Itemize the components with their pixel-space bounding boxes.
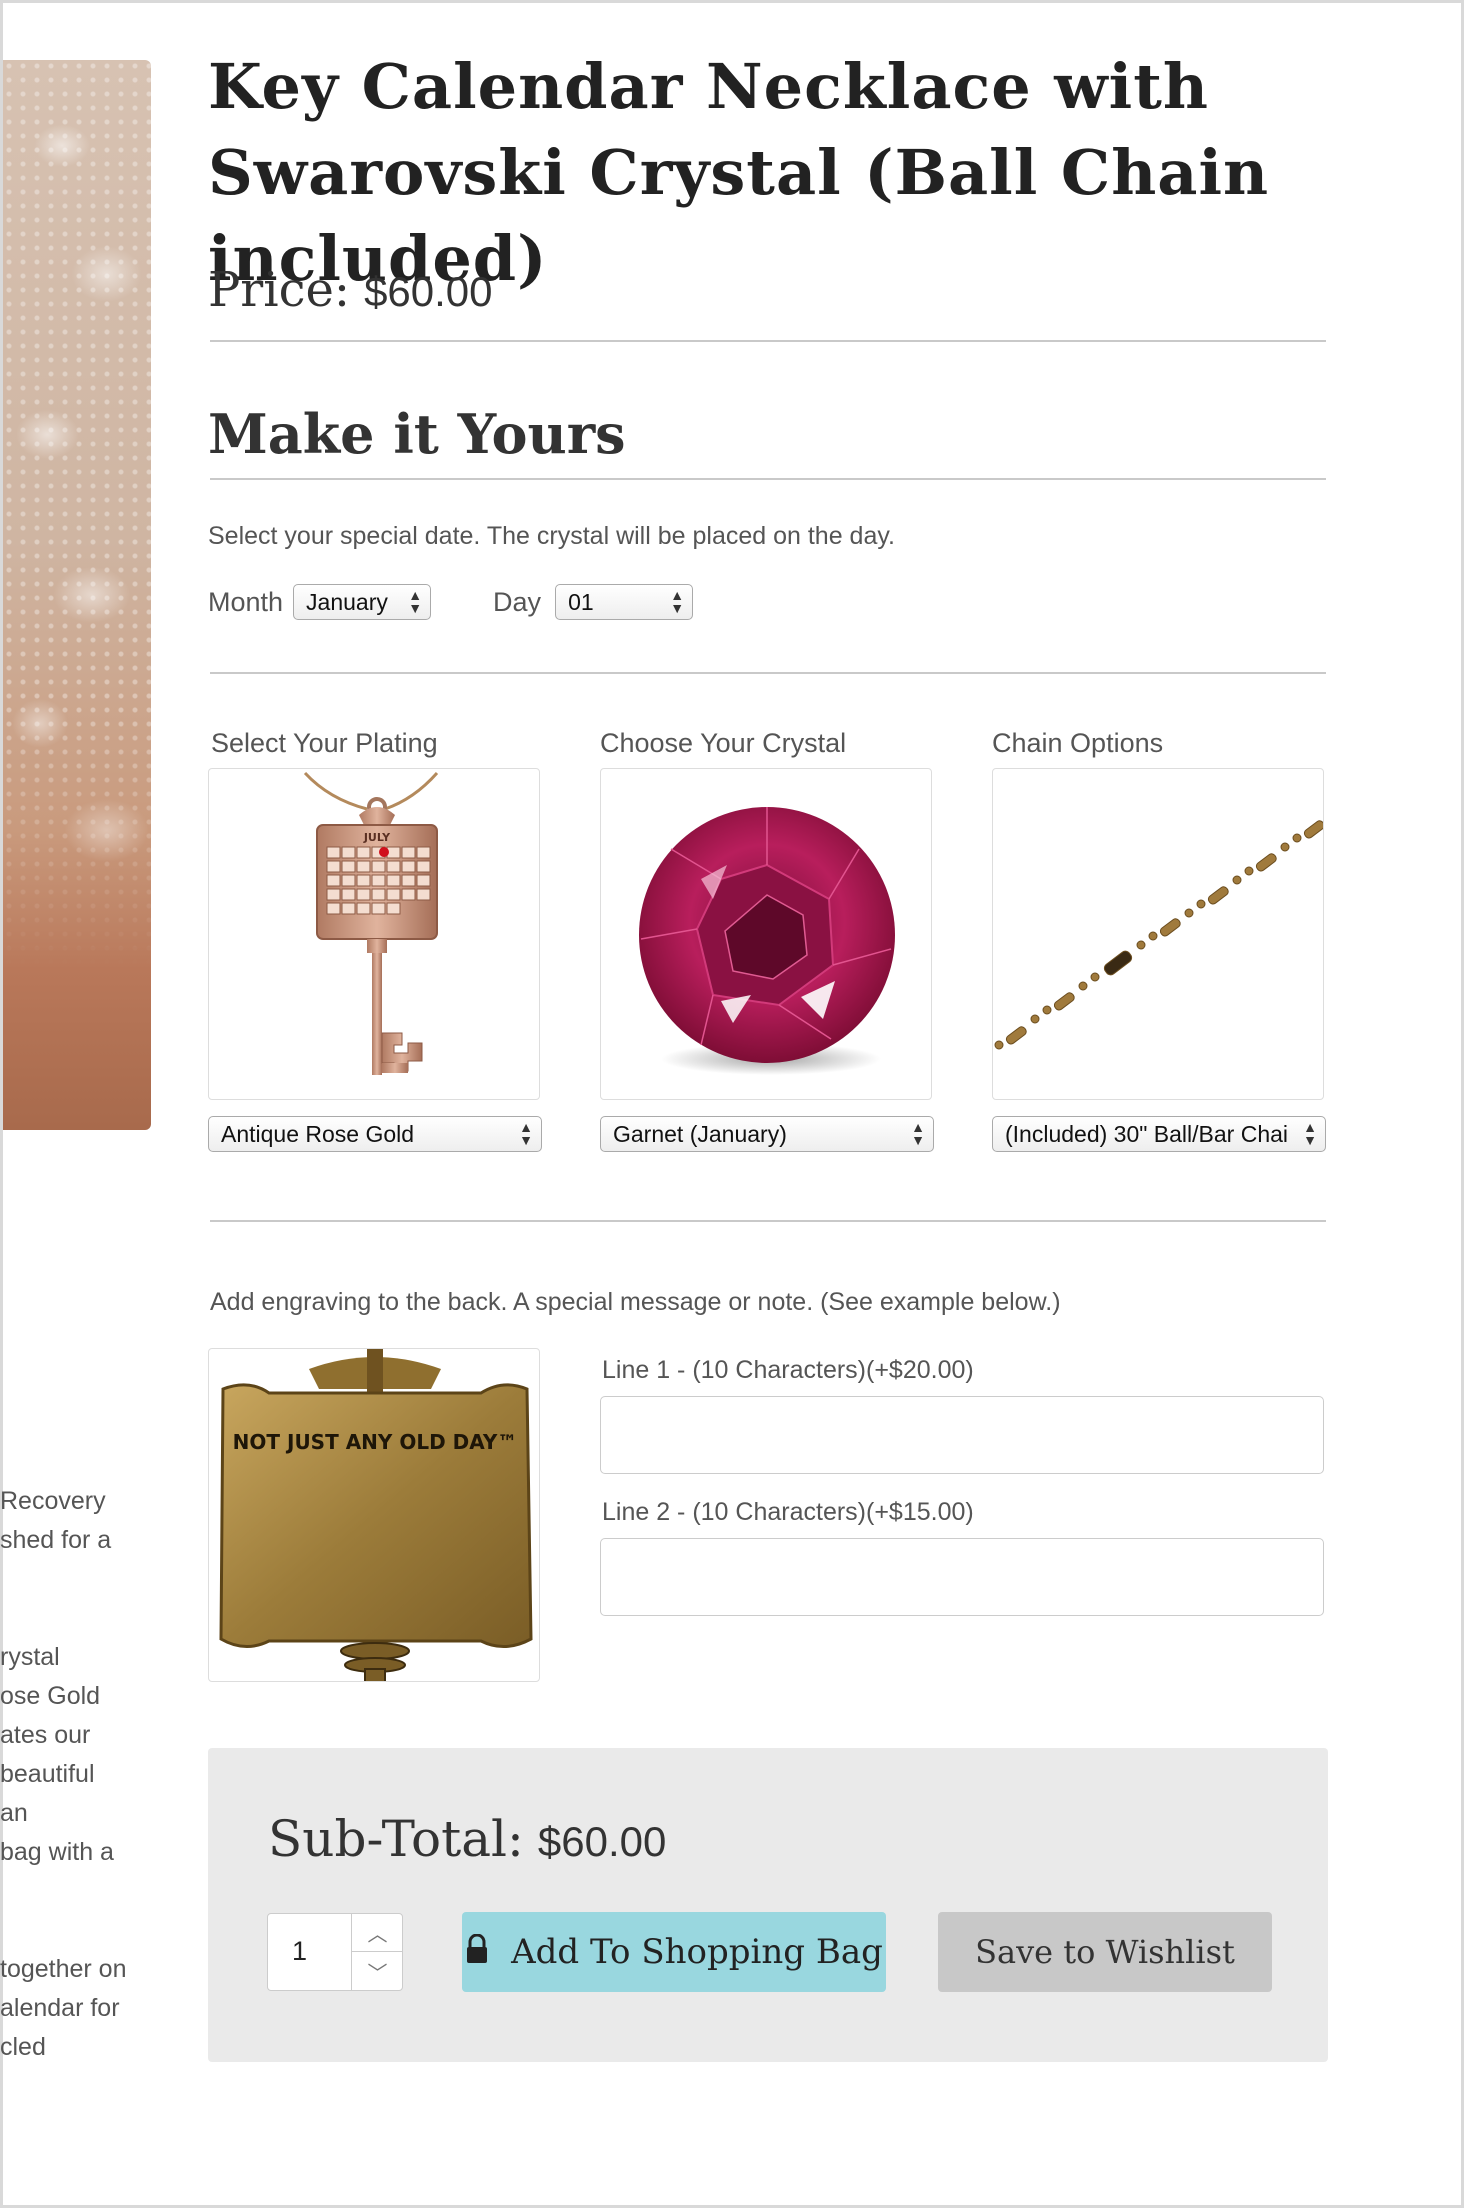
engraving-line1-input[interactable]	[600, 1396, 1324, 1474]
chevron-up-icon[interactable]: ︿	[352, 1914, 403, 1952]
price-row: Price: $60.00	[208, 262, 493, 318]
divider	[210, 672, 1326, 674]
side-description-line: rystal	[0, 1643, 60, 1671]
subtotal-label: Sub-Total:	[268, 1810, 524, 1868]
side-description-line: together on	[0, 1955, 127, 1983]
month-select-value: January	[306, 589, 388, 615]
save-wishlist-label: Save to Wishlist	[975, 1933, 1235, 1971]
price-label: Price:	[208, 262, 351, 318]
plating-select[interactable]: Antique Rose Gold ▲ ▼	[208, 1116, 542, 1152]
side-description-line: bag with a	[0, 1838, 114, 1866]
engraving-instruction: Add engraving to the back. A special mes…	[210, 1288, 1061, 1316]
key-pendant-icon: JULY	[303, 771, 439, 1075]
day-select[interactable]: 01 ▲ ▼	[555, 584, 694, 620]
divider	[210, 478, 1326, 480]
plating-image[interactable]: JULY	[208, 768, 540, 1100]
side-description-line	[0, 1872, 150, 1911]
chevron-down-icon[interactable]: ﹀	[352, 1952, 403, 1990]
side-description-line: cled	[0, 2033, 46, 2061]
side-description-line: beautiful	[0, 1760, 95, 1788]
select-arrows-icon: ▲ ▼	[519, 1119, 533, 1148]
select-arrows-icon: ▲ ▼	[408, 587, 423, 616]
date-instruction: Select your special date. The crystal wi…	[208, 522, 895, 550]
add-to-bag-button[interactable]: Add To Shopping Bag	[462, 1912, 886, 1992]
divider	[210, 340, 1326, 342]
side-description-line: ates our	[0, 1721, 91, 1749]
crystal-select-value: Garnet (January)	[613, 1121, 787, 1147]
add-to-bag-label: Add To Shopping Bag	[511, 1932, 883, 1972]
side-description-line: alendar for	[0, 1994, 120, 2022]
select-arrows-icon: ▲ ▼	[670, 587, 685, 616]
lock-icon	[465, 1933, 489, 1971]
quantity-value[interactable]: 1	[292, 1936, 307, 1967]
subtotal-value: $60.00	[537, 1818, 667, 1865]
quantity-stepper[interactable]: 1 ︿ ﹀	[267, 1913, 403, 1991]
crystal-label: Choose Your Crystal	[600, 728, 847, 758]
chain-label: Chain Options	[992, 728, 1164, 758]
engraving-example-text: NOT JUST ANY OLD DAY™	[233, 1430, 518, 1454]
side-description-line: an	[0, 1799, 28, 1827]
side-description-line: Recovery	[0, 1487, 106, 1515]
divider	[210, 1220, 1326, 1222]
plating-label: Select Your Plating	[211, 728, 438, 758]
ball-chain-icon	[994, 820, 1323, 1050]
day-select-value: 01	[568, 589, 594, 615]
side-description-line	[0, 1599, 150, 1638]
save-wishlist-button[interactable]: Save to Wishlist	[938, 1912, 1272, 1992]
quantity-step-controls: ︿ ﹀	[351, 1914, 403, 1990]
date-picker-row: Month January ▲ ▼ Day 01 ▲ ▼	[208, 582, 694, 622]
side-description-line	[0, 1560, 150, 1599]
crystal-select[interactable]: Garnet (January) ▲ ▼	[600, 1116, 934, 1152]
engraved-key-back-icon: NOT JUST ANY OLD DAY™	[219, 1349, 533, 1681]
month-label: Month	[208, 586, 284, 617]
chain-image[interactable]	[992, 768, 1324, 1100]
product-lifestyle-photo[interactable]	[3, 60, 151, 1130]
engraving-example-image[interactable]: NOT JUST ANY OLD DAY™	[208, 1348, 540, 1682]
garnet-gem-icon	[639, 807, 895, 1075]
day-label: Day	[493, 586, 542, 617]
engraving-line2-label: Line 2 - (10 Characters)(+$15.00)	[602, 1498, 974, 1526]
month-select[interactable]: January ▲ ▼	[293, 584, 432, 620]
chain-select-value: (Included) 30" Ball/Bar Chai	[1005, 1121, 1289, 1147]
pendant-month-text: JULY	[363, 831, 391, 844]
subtotal-row: Sub-Total: $60.00	[268, 1810, 666, 1868]
section-title: Make it Yours	[208, 402, 626, 466]
subtotal-panel: Sub-Total: $60.00 1 ︿ ﹀ Add To Shopping B…	[208, 1748, 1328, 2062]
side-description-line	[0, 1911, 150, 1950]
side-description-line: shed for a	[0, 1526, 112, 1554]
plating-select-value: Antique Rose Gold	[221, 1121, 415, 1147]
crystal-image[interactable]	[600, 768, 932, 1100]
engraving-line2-input[interactable]	[600, 1538, 1324, 1616]
chain-select[interactable]: (Included) 30" Ball/Bar Chai ▲ ▼	[992, 1116, 1326, 1152]
select-arrows-icon: ▲ ▼	[911, 1119, 925, 1148]
select-arrows-icon: ▲ ▼	[1303, 1119, 1317, 1148]
side-description: Recovery shed for a rystal ose Gold ates…	[0, 1482, 150, 2067]
engraving-line1-label: Line 1 - (10 Characters)(+$20.00)	[602, 1356, 974, 1384]
side-description-line: ose Gold	[0, 1682, 101, 1710]
price-value: $60.00	[364, 268, 493, 315]
